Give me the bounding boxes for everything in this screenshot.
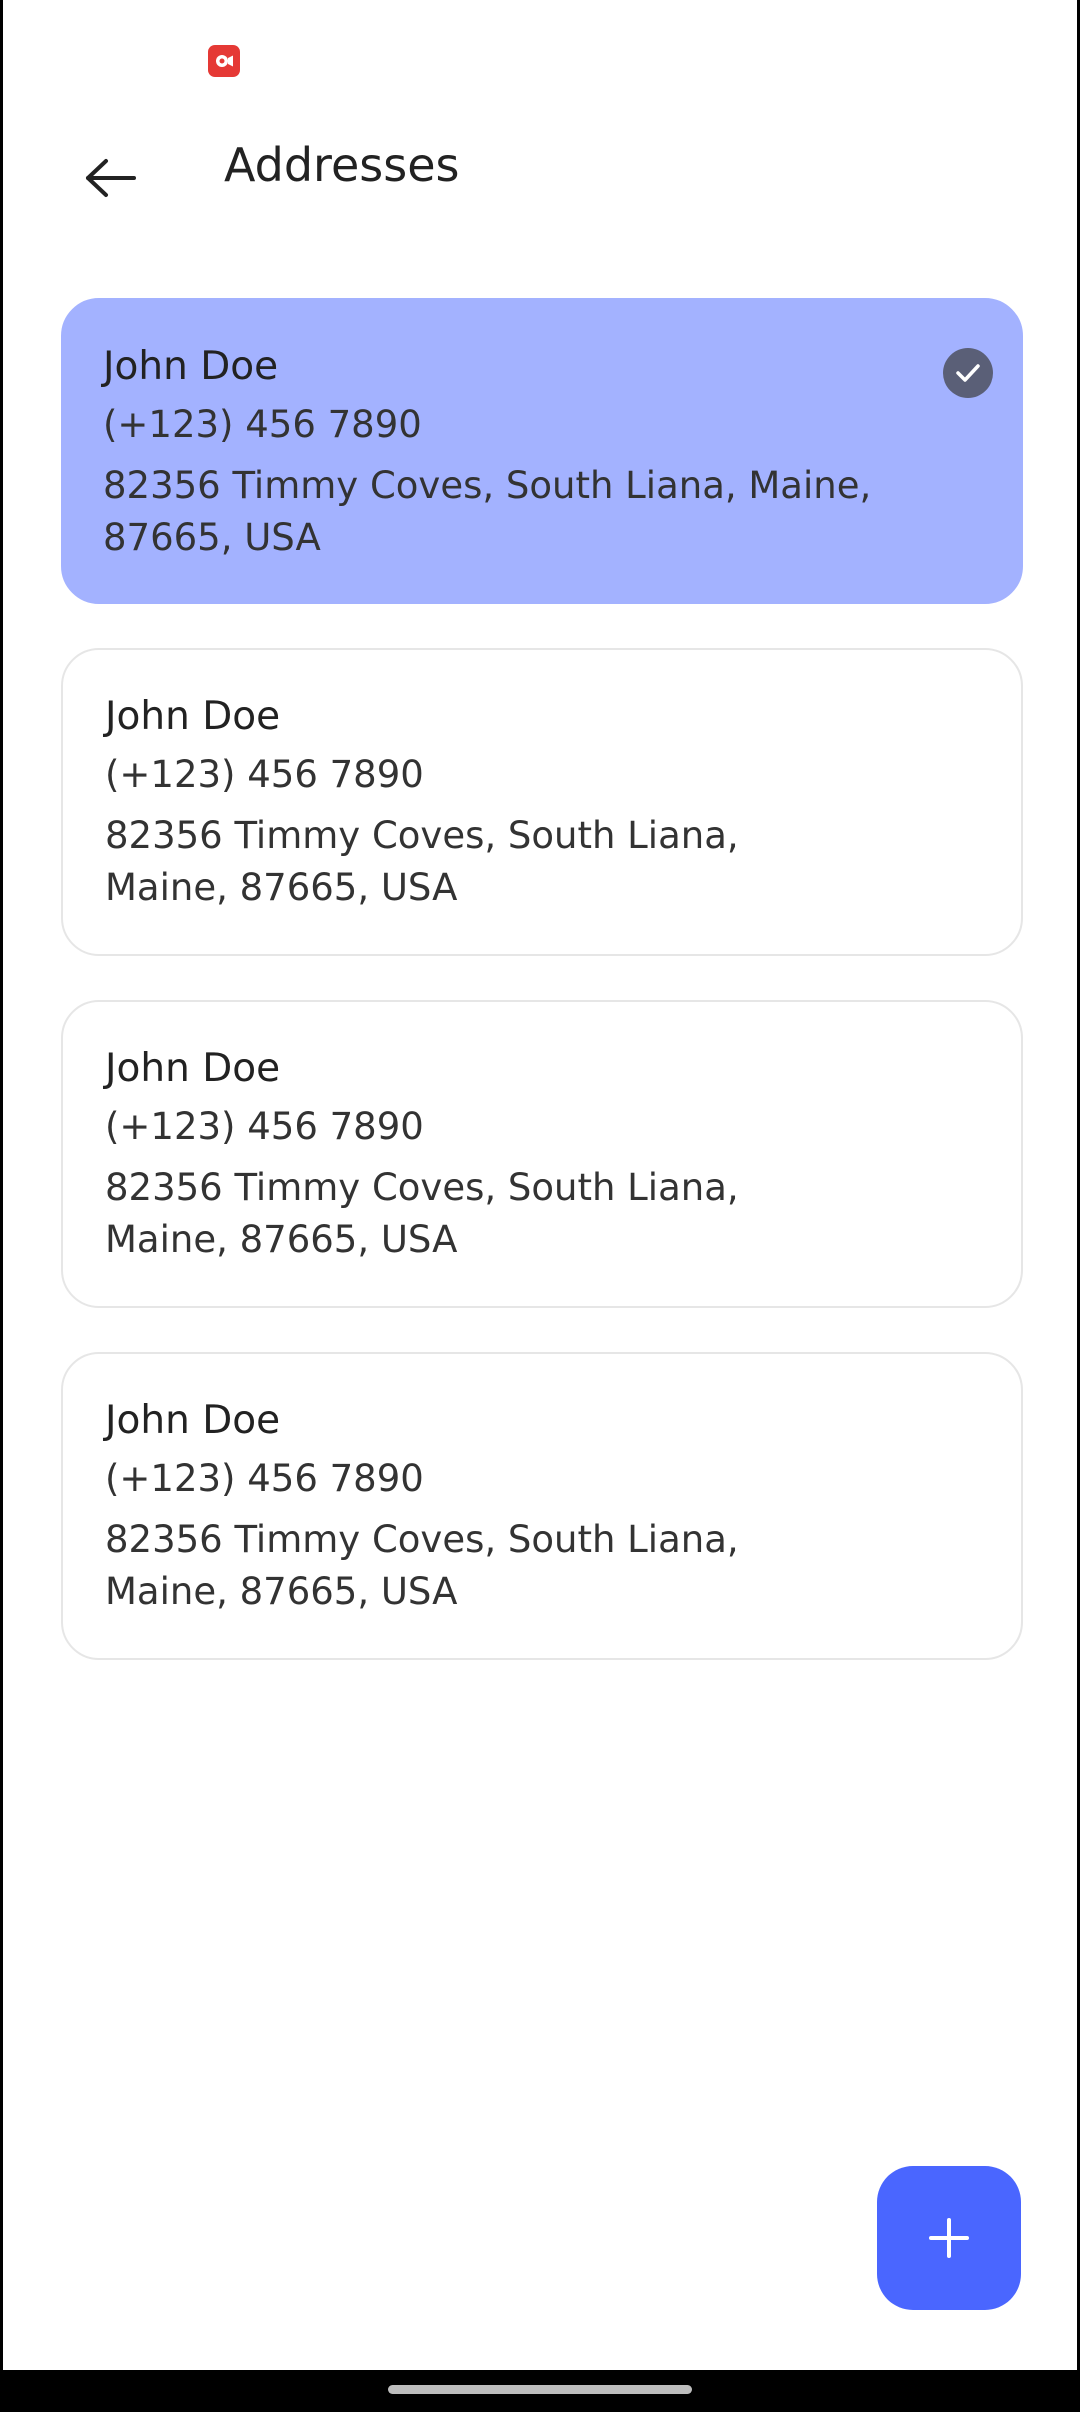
navigation-bar	[0, 2370, 1080, 2412]
screen-record-icon	[208, 45, 240, 77]
plus-icon	[929, 2218, 969, 2258]
check-circle-icon	[943, 348, 993, 398]
address-name: John Doe	[105, 1398, 281, 1443]
screen: Addresses John Doe (+123) 456 7890 82356…	[3, 0, 1077, 2370]
address-card-selected[interactable]: John Doe (+123) 456 7890 82356 Timmy Cov…	[61, 298, 1023, 604]
address-name: John Doe	[103, 344, 279, 389]
app-bar: Addresses	[3, 110, 1077, 225]
address-name: John Doe	[105, 694, 281, 739]
page-title: Addresses	[224, 138, 460, 192]
add-address-button[interactable]	[877, 2166, 1021, 2310]
address-phone: (+123) 456 7890	[105, 753, 424, 796]
address-phone: (+123) 456 7890	[105, 1457, 424, 1500]
address-text: 82356 Timmy Coves, South Liana, Maine, 8…	[105, 1166, 739, 1261]
address-card[interactable]: John Doe (+123) 456 7890 82356 Timmy Cov…	[61, 1000, 1023, 1308]
address-name: John Doe	[105, 1046, 281, 1091]
home-indicator[interactable]	[388, 2385, 692, 2394]
back-button[interactable]	[63, 130, 159, 226]
address-card[interactable]: John Doe (+123) 456 7890 82356 Timmy Cov…	[61, 648, 1023, 956]
arrow-left-icon	[86, 159, 136, 197]
address-phone: (+123) 456 7890	[103, 403, 422, 446]
address-phone: (+123) 456 7890	[105, 1105, 424, 1148]
address-card[interactable]: John Doe (+123) 456 7890 82356 Timmy Cov…	[61, 1352, 1023, 1660]
address-text: 82356 Timmy Coves, South Liana, Maine, 8…	[103, 464, 872, 559]
address-list: John Doe (+123) 456 7890 82356 Timmy Cov…	[61, 298, 1023, 1704]
address-text: 82356 Timmy Coves, South Liana, Maine, 8…	[105, 814, 739, 909]
address-text: 82356 Timmy Coves, South Liana, Maine, 8…	[105, 1518, 739, 1613]
status-bar	[3, 0, 1077, 110]
